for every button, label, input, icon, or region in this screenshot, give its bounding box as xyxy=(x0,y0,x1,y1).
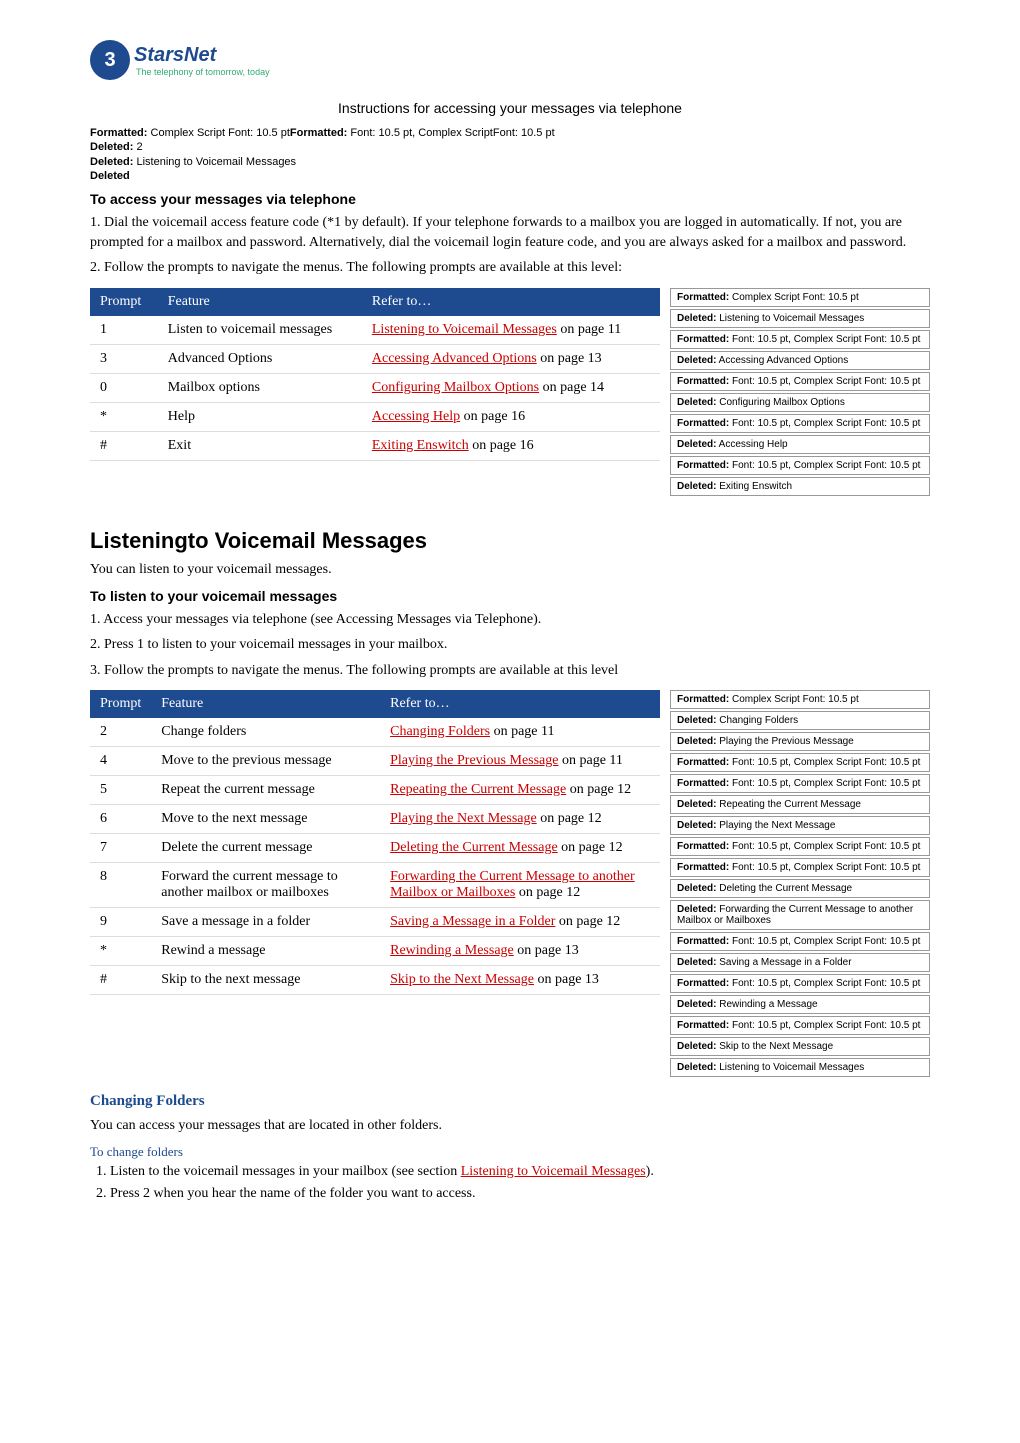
track-change-comment: Formatted: Complex Script Font: 10.5 pt xyxy=(670,690,930,709)
track-change-comment: Formatted: Font: 10.5 pt, Complex Script… xyxy=(670,414,930,433)
logo-icon: 3 xyxy=(90,40,130,80)
track-change-comment: Formatted: Font: 10.5 pt, Complex Script… xyxy=(670,1016,930,1035)
listen-step-2: 2. Press 1 to listen to your voicemail m… xyxy=(90,635,930,655)
table-header: Feature xyxy=(151,690,380,718)
track-change-comment: Deleted: Listening to Voicemail Messages xyxy=(670,309,930,328)
doc-link[interactable]: Saving a Message in a Folder xyxy=(390,914,555,929)
changing-folders-text: You can access your messages that are lo… xyxy=(90,1116,660,1136)
doc-link[interactable]: Accessing Help xyxy=(372,409,460,424)
track-change-comment: Formatted: Font: 10.5 pt, Complex Script… xyxy=(670,932,930,951)
doc-link[interactable]: Repeating the Current Message xyxy=(390,782,566,797)
to-change-folders: To change folders xyxy=(90,1144,660,1160)
table-row: 2Change foldersChanging Folders on page … xyxy=(90,718,660,747)
document-title: Instructions for accessing your messages… xyxy=(90,100,930,116)
track-change-comment: Deleted: Changing Folders xyxy=(670,711,930,730)
doc-link[interactable]: Skip to the Next Message xyxy=(390,972,534,987)
track-change-comment: Formatted: Font: 10.5 pt, Complex Script… xyxy=(670,837,930,856)
changing-folders-heading: Changing Folders xyxy=(90,1093,660,1110)
list-item: 2. Press 2 when you hear the name of the… xyxy=(96,1186,660,1202)
track-change-comment: Formatted: Font: 10.5 pt, Complex Script… xyxy=(670,753,930,772)
track-change-comment: Deleted: Playing the Previous Message xyxy=(670,732,930,751)
list-item: 1. Listen to the voicemail messages in y… xyxy=(96,1164,660,1180)
table-row: 1Listen to voicemail messagesListening t… xyxy=(90,316,660,345)
table-header: Prompt xyxy=(90,690,151,718)
doc-link[interactable]: Accessing Advanced Options xyxy=(372,351,537,366)
table-row: #ExitExiting Enswitch on page 16 xyxy=(90,431,660,460)
doc-link[interactable]: Deleting the Current Message xyxy=(390,840,558,855)
logo: 3 StarsNet The telephony of tomorrow, to… xyxy=(90,40,930,80)
table-row: #Skip to the next messageSkip to the Nex… xyxy=(90,966,660,995)
logo-tagline: The telephony of tomorrow, today xyxy=(136,67,270,77)
track-change-comment: Formatted: Font: 10.5 pt, Complex Script… xyxy=(670,858,930,877)
access-step-1: 1. Dial the voicemail access feature cod… xyxy=(90,213,930,252)
track-changes-comments-2: Formatted: Complex Script Font: 10.5 pt D… xyxy=(670,690,930,1079)
track-change-comment: Deleted: Repeating the Current Message xyxy=(670,795,930,814)
track-change-comment: Deleted: Forwarding the Current Message … xyxy=(670,900,930,930)
table-header: Refer to… xyxy=(380,690,660,718)
track-change-comment: Formatted: Font: 10.5 pt, Complex Script… xyxy=(670,456,930,475)
meta-line: Deleted: 2 xyxy=(90,140,930,154)
table-row: *Rewind a messageRewinding a Message on … xyxy=(90,937,660,966)
track-changes-comments-1: Formatted: Complex Script Font: 10.5 pt D… xyxy=(670,288,930,498)
doc-link[interactable]: Listening to Voicemail Messages xyxy=(461,1164,646,1179)
meta-line: Deleted: Listening to Voicemail Messages xyxy=(90,155,930,169)
doc-link[interactable]: Configuring Mailbox Options xyxy=(372,380,539,395)
track-change-comment: Deleted: Saving a Message in a Folder xyxy=(670,953,930,972)
track-change-comment: Deleted: Accessing Help xyxy=(670,435,930,454)
access-step-2: 2. Follow the prompts to navigate the me… xyxy=(90,258,930,278)
track-change-comment: Deleted: Exiting Enswitch xyxy=(670,477,930,496)
table-row: *HelpAccessing Help on page 16 xyxy=(90,402,660,431)
doc-link[interactable]: Listening to Voicemail Messages xyxy=(372,322,557,337)
change-folders-steps: 1. Listen to the voicemail messages in y… xyxy=(90,1164,660,1202)
table-row: 9Save a message in a folderSaving a Mess… xyxy=(90,908,660,937)
listen-intro: You can listen to your voicemail message… xyxy=(90,560,930,580)
track-change-comment: Formatted: Font: 10.5 pt, Complex Script… xyxy=(670,330,930,349)
meta-inline: Formatted: Complex Script Font: 10.5 ptF… xyxy=(90,126,930,140)
track-change-comment: Deleted: Configuring Mailbox Options xyxy=(670,393,930,412)
track-change-comment: Formatted: Complex Script Font: 10.5 pt xyxy=(670,288,930,307)
doc-link[interactable]: Playing the Next Message xyxy=(390,811,537,826)
doc-link[interactable]: Forwarding the Current Message to anothe… xyxy=(390,869,635,900)
table-row: 0Mailbox optionsConfiguring Mailbox Opti… xyxy=(90,373,660,402)
doc-link[interactable]: Playing the Previous Message xyxy=(390,753,558,768)
prompts-table-1: PromptFeatureRefer to… 1Listen to voicem… xyxy=(90,288,660,461)
table-header: Feature xyxy=(158,288,362,316)
logo-text: StarsNet xyxy=(134,44,216,66)
access-heading: To access your messages via telephone xyxy=(90,191,930,207)
listen-step-3: 3. Follow the prompts to navigate the me… xyxy=(90,661,930,681)
listening-heading: Listeningto Voicemail Messages xyxy=(90,528,930,554)
track-change-comment: Deleted: Rewinding a Message xyxy=(670,995,930,1014)
table-row: 5Repeat the current messageRepeating the… xyxy=(90,776,660,805)
table-row: 3Advanced OptionsAccessing Advanced Opti… xyxy=(90,344,660,373)
doc-link[interactable]: Exiting Enswitch xyxy=(372,438,469,453)
table-row: 6Move to the next messagePlaying the Nex… xyxy=(90,805,660,834)
track-change-comment: Deleted: Deleting the Current Message xyxy=(670,879,930,898)
table-header: Refer to… xyxy=(362,288,660,316)
track-change-comment: Deleted: Skip to the Next Message xyxy=(670,1037,930,1056)
listen-step-1: 1. Access your messages via telephone (s… xyxy=(90,610,930,630)
track-change-comment: Deleted: Listening to Voicemail Messages xyxy=(670,1058,930,1077)
doc-link[interactable]: Changing Folders xyxy=(390,724,490,739)
prompts-table-2: PromptFeatureRefer to… 2Change foldersCh… xyxy=(90,690,660,995)
listen-heading: To listen to your voicemail messages xyxy=(90,588,930,604)
meta-line: Deleted xyxy=(90,169,930,183)
track-change-comment: Deleted: Accessing Advanced Options xyxy=(670,351,930,370)
table-row: 7Delete the current messageDeleting the … xyxy=(90,834,660,863)
doc-link[interactable]: Rewinding a Message xyxy=(390,943,514,958)
table-row: 8Forward the current message to another … xyxy=(90,863,660,908)
track-change-comment: Deleted: Playing the Next Message xyxy=(670,816,930,835)
track-change-comment: Formatted: Font: 10.5 pt, Complex Script… xyxy=(670,774,930,793)
table-header: Prompt xyxy=(90,288,158,316)
track-change-comment: Formatted: Font: 10.5 pt, Complex Script… xyxy=(670,974,930,993)
table-row: 4Move to the previous messagePlaying the… xyxy=(90,747,660,776)
track-change-comment: Formatted: Font: 10.5 pt, Complex Script… xyxy=(670,372,930,391)
